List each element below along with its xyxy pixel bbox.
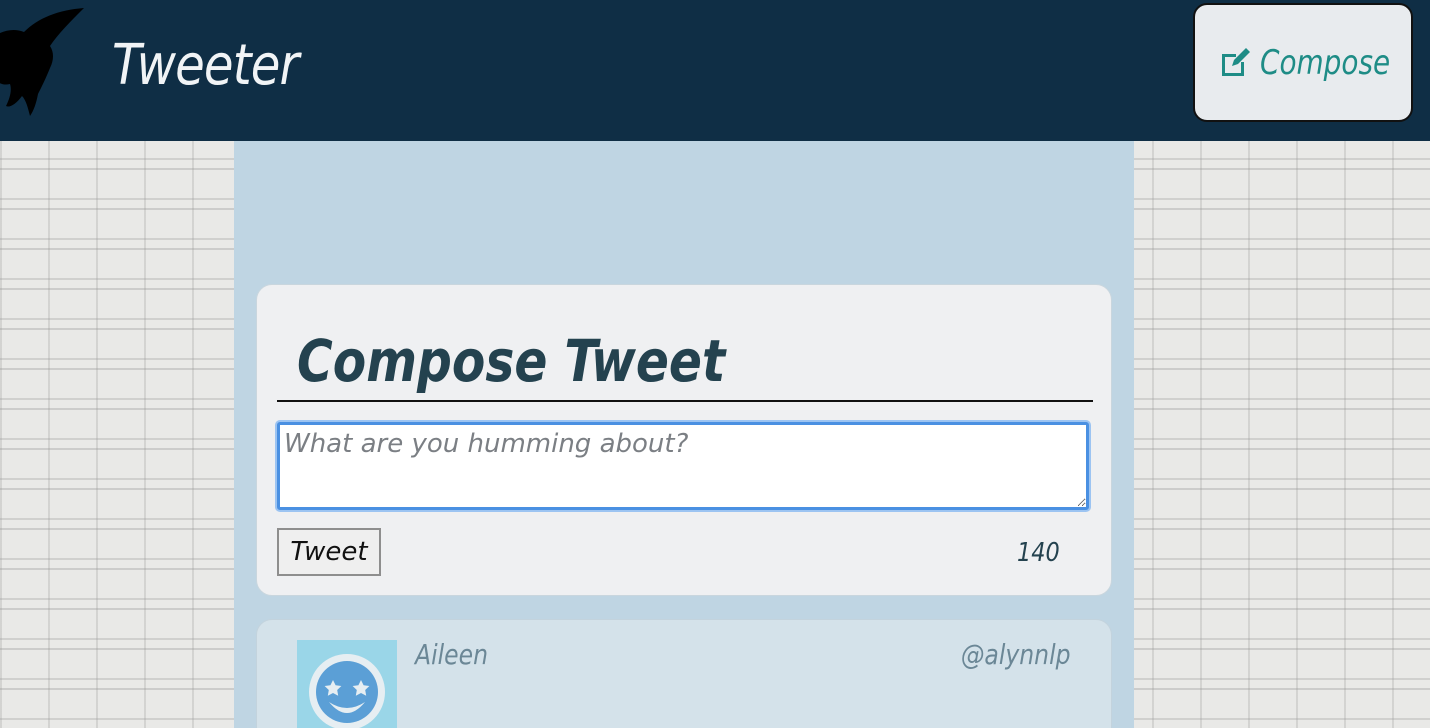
tweet-card: Aileen @alynnlp <box>256 619 1112 728</box>
compose-tweet-panel: Compose Tweet Tweet 140 <box>256 284 1112 596</box>
smiley-avatar-icon <box>297 640 397 728</box>
character-counter: 140 <box>1017 538 1060 568</box>
tweet-author-name: Aileen <box>415 638 489 671</box>
brand-title: Tweeter <box>112 33 299 98</box>
compose-button[interactable]: Compose <box>1193 3 1413 122</box>
hummingbird-icon <box>0 8 84 116</box>
compose-title: Compose Tweet <box>297 327 726 395</box>
tweet-submit-button[interactable]: Tweet <box>277 528 381 576</box>
tweet-text-input[interactable] <box>277 422 1089 510</box>
avatar <box>297 640 397 728</box>
tweet-author-handle: @alynnlp <box>961 638 1071 671</box>
title-divider <box>277 400 1093 402</box>
main-column: Compose Tweet Tweet 140 Aileen @alynnlp <box>234 141 1134 728</box>
compose-button-label: Compose <box>1259 42 1390 83</box>
top-nav: Tweeter Compose <box>0 0 1430 141</box>
edit-icon <box>1221 47 1250 76</box>
